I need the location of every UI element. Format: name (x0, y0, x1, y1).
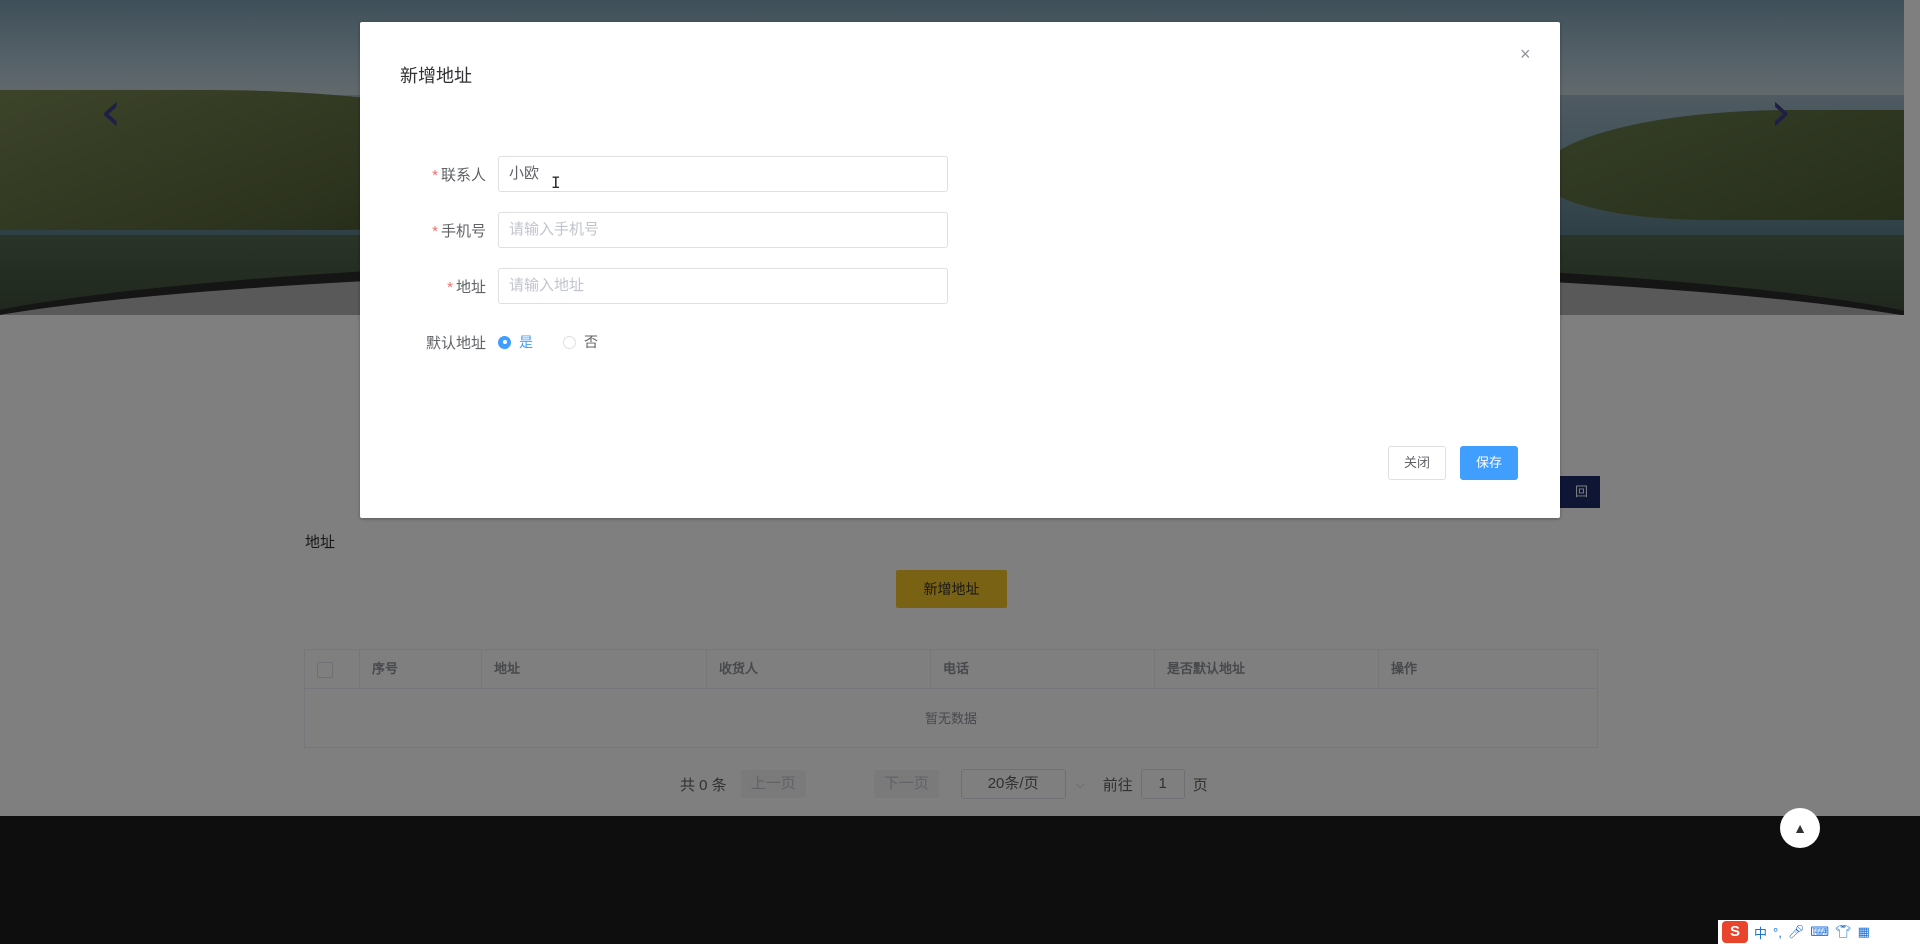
contact-input[interactable]: 小欧 I (498, 156, 948, 192)
phone-input[interactable]: 请输入手机号 (498, 212, 948, 248)
form-row-default: 默认地址 是 否 (400, 324, 628, 360)
address-input[interactable]: 请输入地址 (498, 268, 948, 304)
text-cursor-icon: I (551, 173, 561, 192)
skin-icon[interactable]: 👕︎ (1835, 924, 1852, 940)
required-mark: * (432, 222, 438, 240)
default-label: 默认地址 (425, 334, 486, 352)
close-icon[interactable]: × (1520, 44, 1531, 65)
ime-toolbar: S 中 °, 🎤︎ ⌨ 👕︎ ▦ (1718, 920, 1920, 944)
address-label: 地址 (455, 278, 486, 296)
dialog-title: 新增地址 (400, 66, 472, 86)
save-button[interactable]: 保存 (1460, 446, 1519, 480)
phone-label: 手机号 (440, 222, 486, 240)
keyboard-icon[interactable]: ⌨ (1810, 924, 1829, 940)
microphone-icon[interactable]: 🎤︎ (1788, 924, 1805, 940)
contact-label: 联系人 (440, 166, 486, 184)
ime-language-toggle[interactable]: 中 (1754, 923, 1767, 942)
ime-punctuation-icon[interactable]: °, (1773, 925, 1782, 940)
back-to-top-icon[interactable]: ▲ (1780, 808, 1820, 848)
add-address-dialog: 新增地址 × * 联系人 小欧 I * 手机号 请输入手机号 * 地址 请输入地址 默… (360, 22, 1560, 518)
default-yes-radio[interactable]: 是 (498, 332, 533, 352)
contact-value: 小欧 (509, 165, 540, 182)
required-mark: * (447, 278, 453, 296)
close-button[interactable]: 关闭 (1388, 446, 1447, 480)
required-mark: * (432, 166, 438, 184)
ime-logo-icon[interactable]: S (1722, 921, 1748, 943)
form-row-phone: * 手机号 请输入手机号 (400, 212, 948, 248)
form-row-address: * 地址 请输入地址 (400, 268, 948, 304)
grid-icon[interactable]: ▦ (1858, 924, 1870, 940)
form-row-contact: * 联系人 小欧 I (400, 156, 948, 192)
default-no-radio[interactable]: 否 (563, 332, 598, 352)
